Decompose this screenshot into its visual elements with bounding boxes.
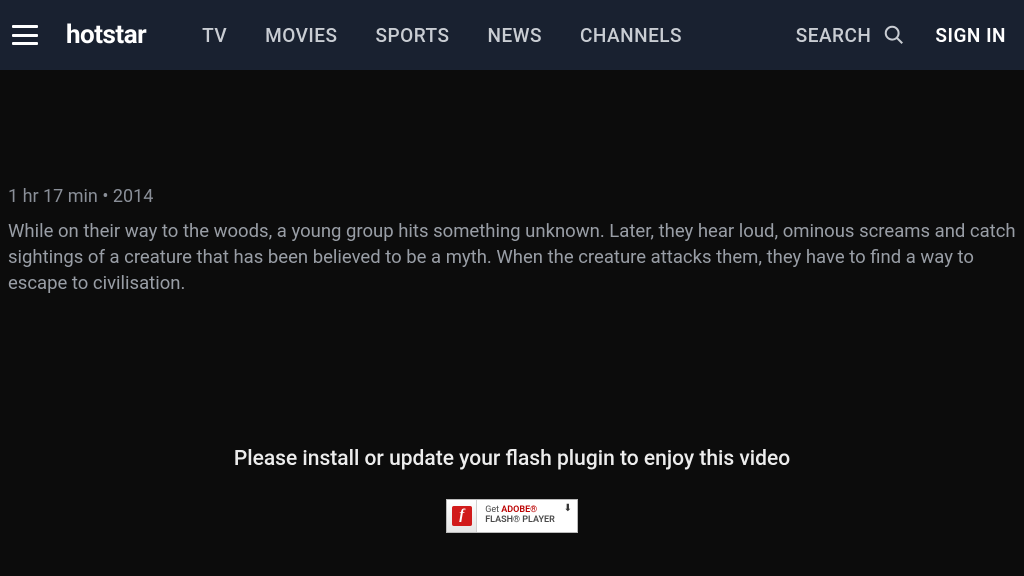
nav-channels[interactable]: CHANNELS [580, 24, 682, 47]
nav-tv[interactable]: TV [202, 24, 227, 47]
hamburger-icon[interactable] [12, 25, 38, 45]
signin-button[interactable]: SIGN IN [935, 24, 1006, 47]
flash-message: Please install or update your flash plug… [8, 447, 1016, 471]
logo[interactable]: hotstar [66, 20, 146, 50]
nav-news[interactable]: NEWS [488, 24, 542, 47]
header-right: SEARCH SIGN IN [796, 24, 1012, 47]
content: 1 hr 17 min • 2014 While on their way to… [0, 186, 1024, 533]
player-area: Please install or update your flash plug… [8, 447, 1016, 533]
get-flash-button[interactable]: f Get ADOBE® FLASH® PLAYER ⬇ [446, 499, 578, 533]
flash-logo-icon: f [447, 500, 477, 532]
search-label: SEARCH [796, 24, 872, 47]
video-meta: 1 hr 17 min • 2014 [8, 186, 1016, 207]
search-icon [883, 24, 905, 46]
primary-nav: TV MOVIES SPORTS NEWS CHANNELS [202, 24, 682, 47]
nav-movies[interactable]: MOVIES [265, 24, 337, 47]
search-button[interactable]: SEARCH [796, 24, 906, 47]
download-icon: ⬇ [563, 503, 573, 513]
header: hotstar TV MOVIES SPORTS NEWS CHANNELS S… [0, 0, 1024, 70]
nav-sports[interactable]: SPORTS [376, 24, 450, 47]
video-description: While on their way to the woods, a young… [8, 219, 1016, 297]
